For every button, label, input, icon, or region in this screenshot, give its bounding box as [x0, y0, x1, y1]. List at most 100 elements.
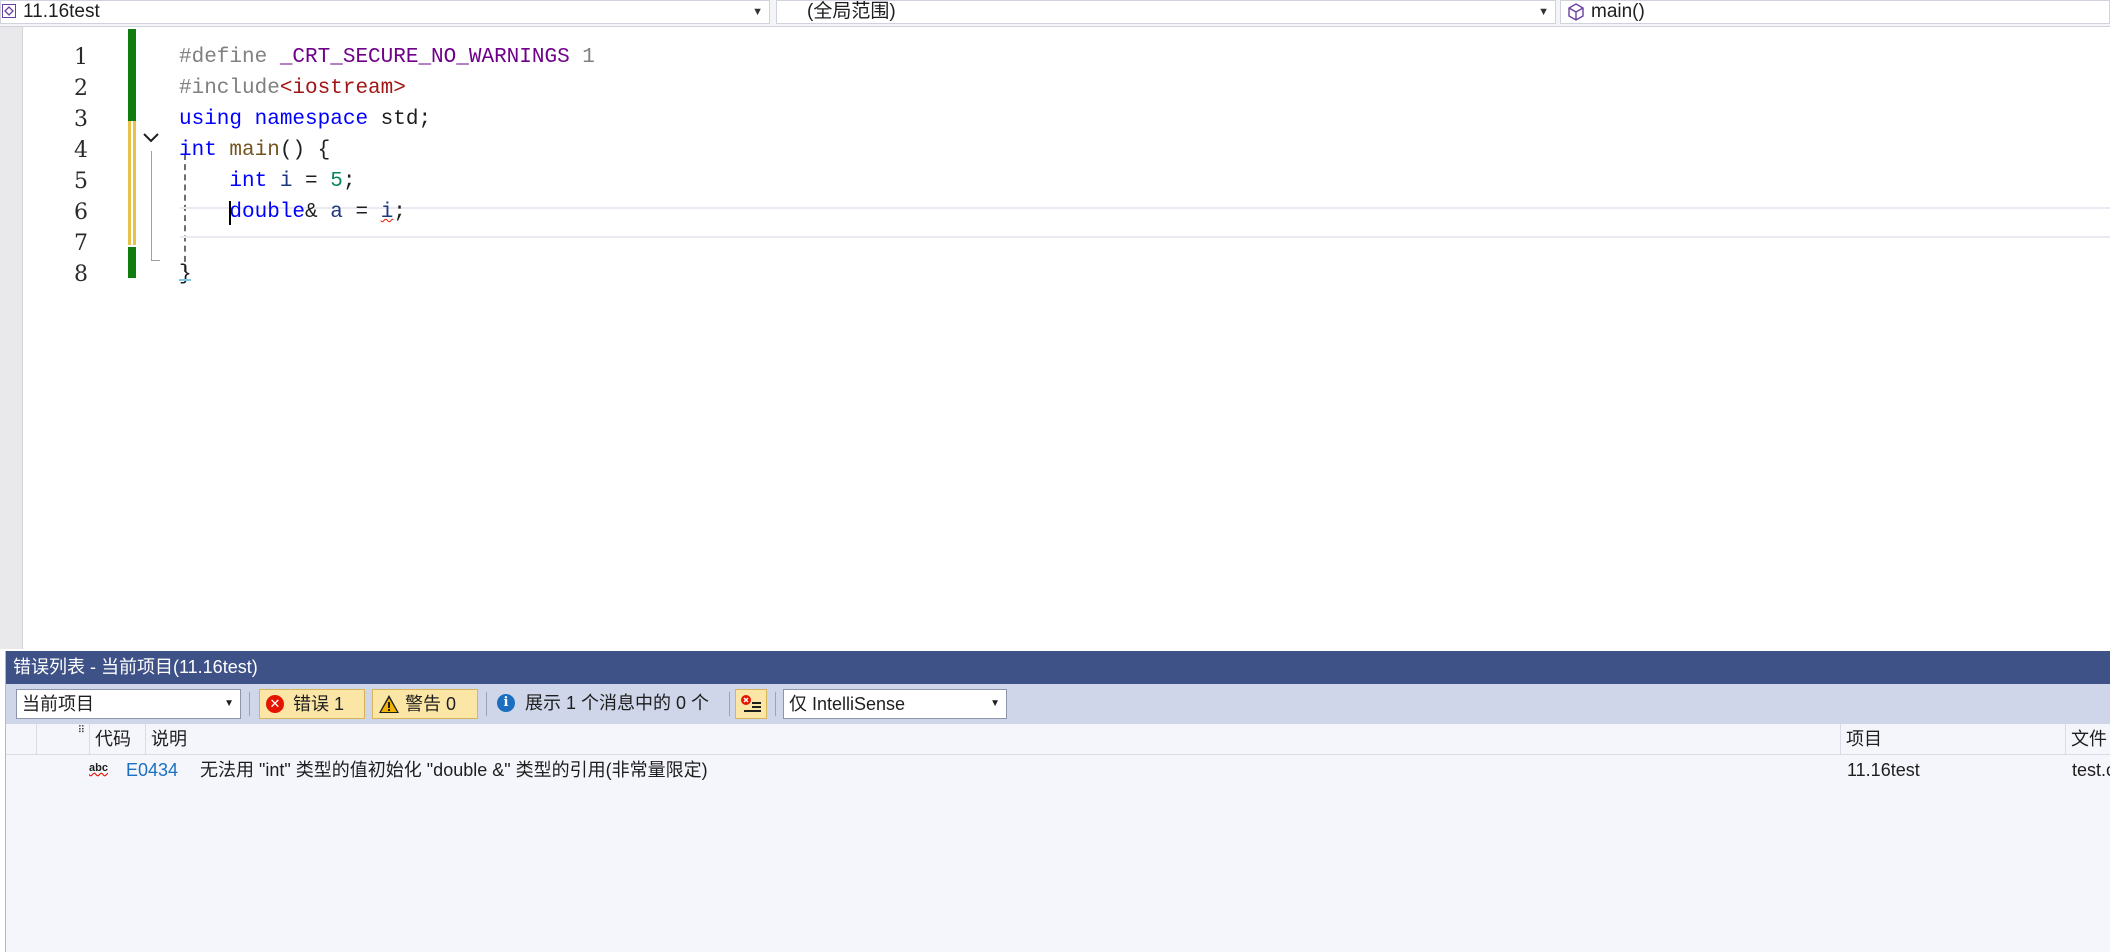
code-line: 2 #include<iostream> — [0, 73, 2110, 104]
line-number: 2 — [74, 76, 88, 101]
member-dropdown[interactable]: main() — [1560, 0, 2110, 24]
error-list-panel: 错误列表 - 当前项目(11.16test) 当前项目 ▼ ✕ 错误 1 警告 … — [5, 651, 2110, 952]
code-text: double& a = i; — [179, 197, 406, 228]
operator: & — [305, 201, 331, 224]
code-line: 3 using namespace std; — [0, 104, 2110, 135]
column-header-project[interactable]: 项目 — [1840, 724, 2065, 754]
preprocessor-directive: #include — [179, 77, 280, 100]
line-number: 1 — [74, 45, 88, 70]
code-line: 1 #define _CRT_SECURE_NO_WARNINGS 1 — [0, 42, 2110, 73]
line-number: 5 — [74, 169, 88, 194]
error-row[interactable]: abc E0434 无法用 "int" 类型的值初始化 "double &" 类… — [6, 755, 2110, 785]
error-project: 11.16test — [1847, 760, 1920, 780]
error-list-header: ⠿ 代码 说明 项目 文件 — [6, 724, 2110, 755]
toolbar-separator — [775, 692, 776, 716]
code-text: #include<iostream> — [179, 73, 406, 104]
code-text: using namespace std; — [179, 104, 431, 135]
column-header-file[interactable]: 文件 — [2065, 724, 2110, 754]
line-number: 3 — [74, 107, 88, 132]
scope-dropdown-label: (全局范围) — [807, 1, 896, 22]
build-filter-button[interactable] — [735, 689, 767, 719]
warning-icon — [378, 694, 400, 722]
column-code-label: 代码 — [95, 729, 131, 749]
error-list-toolbar: 当前项目 ▼ ✕ 错误 1 警告 0 i 展示 1 个消息中的 0 个 仅 In… — [6, 684, 2110, 724]
punctuation: } — [179, 263, 192, 286]
code-text: #define _CRT_SECURE_NO_WARNINGS 1 — [179, 42, 595, 73]
code-line: 5 int i = 5; — [0, 166, 2110, 197]
warnings-count-label: 警告 0 — [405, 694, 457, 714]
code-editor[interactable]: 1 #define _CRT_SECURE_NO_WARNINGS 1 2 #i… — [0, 27, 2110, 649]
punctuation: () { — [279, 139, 331, 162]
keyword: namespace — [254, 108, 369, 131]
macro-value: 1 — [569, 46, 595, 69]
column-description-label: 说明 — [151, 729, 187, 749]
chevron-down-icon: ▼ — [224, 698, 234, 709]
scope-select-value: 当前项目 — [22, 694, 94, 714]
code-line: 8 } — [0, 259, 2110, 290]
line-number: 6 — [74, 200, 88, 225]
source-select-value: 仅 IntelliSense — [789, 694, 906, 714]
filter-icon: ⠿ — [77, 725, 85, 736]
number-literal: 5 — [330, 170, 343, 193]
errors-filter-button[interactable]: ✕ 错误 1 — [259, 689, 365, 719]
keyword: using — [179, 108, 243, 131]
keyword: double — [229, 201, 306, 224]
messages-filter-button[interactable]: i 展示 1 个消息中的 0 个 — [492, 689, 722, 719]
column-header-description[interactable]: 说明 — [145, 724, 1846, 754]
code-line-current: 6 double& a = i; — [0, 197, 2110, 228]
code-line: 7 — [0, 228, 2110, 259]
intellisense-abc-icon: abc — [89, 762, 108, 774]
error-file: test.c — [2072, 760, 2110, 780]
error-description: 无法用 "int" 类型的值初始化 "double &" 类型的引用(非常量限定… — [200, 760, 708, 780]
toolbar-separator — [729, 692, 730, 716]
column-header-code[interactable]: 代码 — [89, 724, 145, 754]
function-name: main — [229, 139, 280, 162]
code-text: } — [179, 259, 192, 290]
keyword: int — [229, 170, 268, 193]
error-squiggle-identifier[interactable]: i — [381, 201, 394, 224]
keyword: int — [179, 139, 217, 162]
cube-icon — [1567, 3, 1585, 27]
error-code-link[interactable]: E0434 — [126, 755, 178, 785]
toolbar-separator — [486, 692, 487, 716]
member-dropdown-label: main() — [1591, 1, 1645, 22]
code-line: 4 int main() { — [0, 135, 2110, 166]
toolbar-separator — [249, 692, 250, 716]
identifier: std; — [368, 108, 432, 131]
source-select[interactable]: 仅 IntelliSense ▼ — [783, 689, 1007, 719]
column-header-blank[interactable]: ⠿ — [36, 724, 89, 754]
text-caret — [229, 201, 231, 225]
scope-dropdown[interactable]: (全局范围) ▼ — [776, 0, 1556, 24]
punctuation: ; — [342, 170, 356, 193]
operator: = — [342, 201, 381, 224]
column-file-label: 文件 — [2071, 729, 2107, 749]
chevron-down-icon: ▼ — [752, 6, 763, 18]
project-dropdown[interactable]: 11.16test ▼ — [0, 0, 770, 24]
errors-count-label: 错误 1 — [293, 694, 345, 714]
chevron-down-icon: ▼ — [1538, 6, 1549, 18]
panel-title[interactable]: 错误列表 - 当前项目(11.16test) — [6, 651, 2110, 684]
code-text: int i = 5; — [179, 166, 355, 197]
messages-count-label: 展示 1 个消息中的 0 个 — [525, 693, 710, 713]
brace-match-underline — [179, 279, 191, 281]
warnings-filter-button[interactable]: 警告 0 — [372, 689, 478, 719]
column-header-severity[interactable] — [6, 724, 36, 754]
scope-select[interactable]: 当前项目 ▼ — [16, 689, 241, 719]
project-dropdown-label: 11.16test — [23, 1, 100, 22]
variable: a — [330, 201, 343, 224]
code-text: int main() { — [179, 135, 330, 166]
project-icon — [2, 4, 16, 18]
variable: i — [279, 170, 293, 193]
column-project-label: 项目 — [1846, 729, 1882, 749]
macro-name: _CRT_SECURE_NO_WARNINGS — [279, 46, 570, 69]
error-icon: ✕ — [266, 695, 284, 713]
chevron-down-icon: ▼ — [990, 698, 1000, 709]
punctuation: ; — [393, 201, 406, 224]
line-number: 4 — [74, 138, 88, 163]
preprocessor-directive: #define — [179, 46, 280, 69]
